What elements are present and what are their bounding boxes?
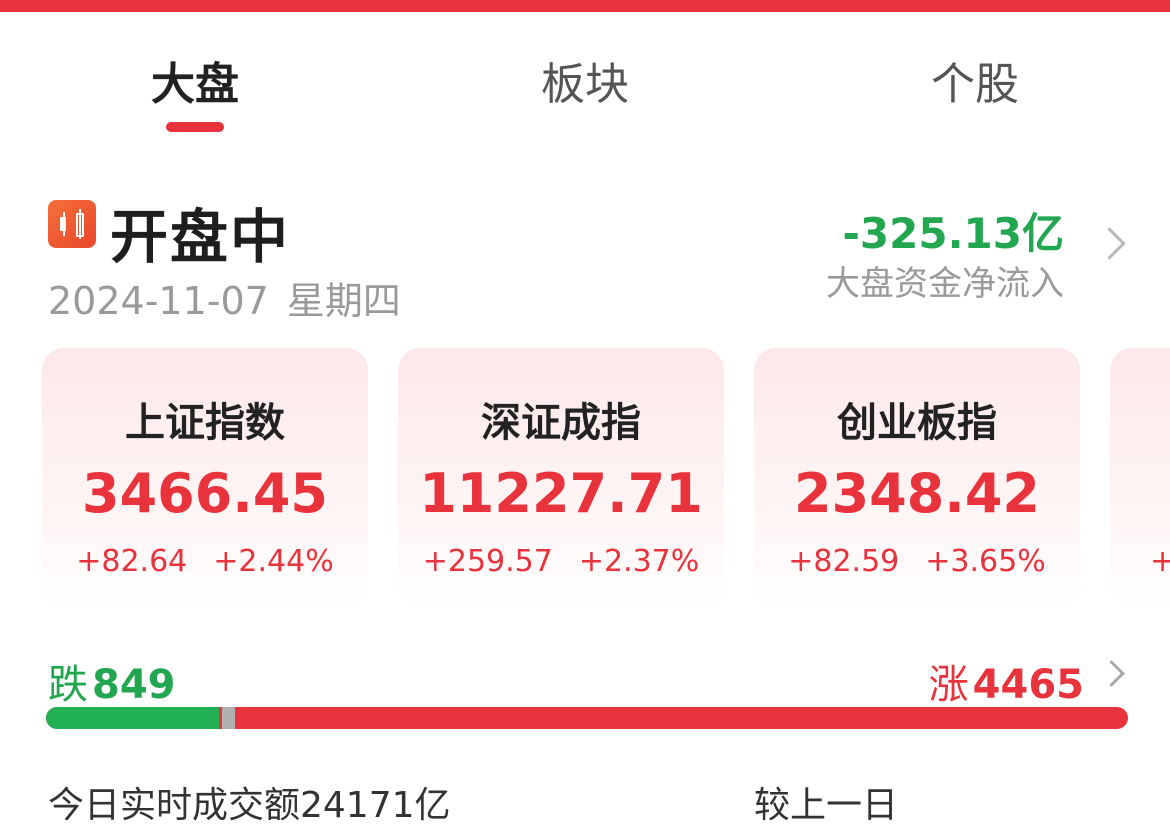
index-change-percent: +3.65% [925,544,1046,579]
candlestick-icon [48,200,96,248]
index-card-partial[interactable]: + [1110,348,1170,610]
chevron-right-icon[interactable] [1098,660,1125,687]
falling-label: 跌 [48,662,88,708]
index-change-value: +259.57 [422,544,553,579]
market-status-title: 开盘中 [110,203,291,271]
flat-segment [222,707,236,729]
index-change-percent: +2.44% [213,544,334,579]
turnover-text: 今日实时成交额24171亿 [48,785,451,826]
index-card-chinext[interactable]: 创业板指 2348.42 +82.59 +3.65% [754,348,1080,610]
market-page: 大盘 板块 个股 开盘中 2024-11-07 星期四 -325.13亿 大盘资金… [0,0,1170,835]
rising-label: 涨 [928,662,969,708]
index-price: 11227.71 [419,462,703,525]
falling-segment [46,707,220,729]
index-change: +82.59 +3.65% [754,544,1080,579]
index-card-shanghai[interactable]: 上证指数 3466.45 +82.64 +2.44% [42,348,368,610]
index-change-value: +82.64 [76,544,188,579]
market-date: 2024-11-07 星期四 [48,270,401,325]
index-cards: 上证指数 3466.45 +82.64 +2.44% 深证成指 11227.71 … [0,348,1170,610]
net-flow-label[interactable]: 大盘资金净流入 [826,256,1064,305]
index-name: 上证指数 [125,400,285,446]
rising-number: 4465 [972,662,1084,708]
index-price: 2348.42 [794,462,1040,525]
net-flow-value[interactable]: -325.13亿 [842,200,1064,261]
top-strip [0,0,1170,12]
weekday-text: 星期四 [286,279,401,323]
tab-sectors[interactable]: 板块 [541,48,629,112]
index-name: 深证成指 [481,400,641,446]
market-breadth-bar [46,707,1128,729]
tab-bar: 大盘 板块 个股 [0,40,1170,140]
tab-stocks[interactable]: 个股 [931,48,1019,112]
index-price: 3466.45 [82,462,328,525]
index-change: +259.57 +2.37% [398,544,724,579]
index-change: + [1110,544,1170,579]
compare-text: 较上一日 [754,785,899,826]
index-card-shenzhen[interactable]: 深证成指 11227.71 +259.57 +2.37% [398,348,724,610]
index-change-value: +82.59 [788,544,900,579]
chevron-right-icon[interactable] [1093,227,1126,260]
index-change-percent: +2.37% [578,544,700,579]
date-text: 2024-11-07 [48,279,269,323]
index-name: 创业板指 [837,400,997,446]
index-change-value: + [1150,544,1170,579]
tab-market[interactable]: 大盘 [151,48,239,112]
index-change: +82.64 +2.44% [42,544,368,579]
falling-count: 跌 849 [48,652,176,710]
rising-count[interactable]: 涨 4465 [929,652,1084,710]
active-tab-indicator [166,122,224,132]
falling-number: 849 [92,662,176,708]
